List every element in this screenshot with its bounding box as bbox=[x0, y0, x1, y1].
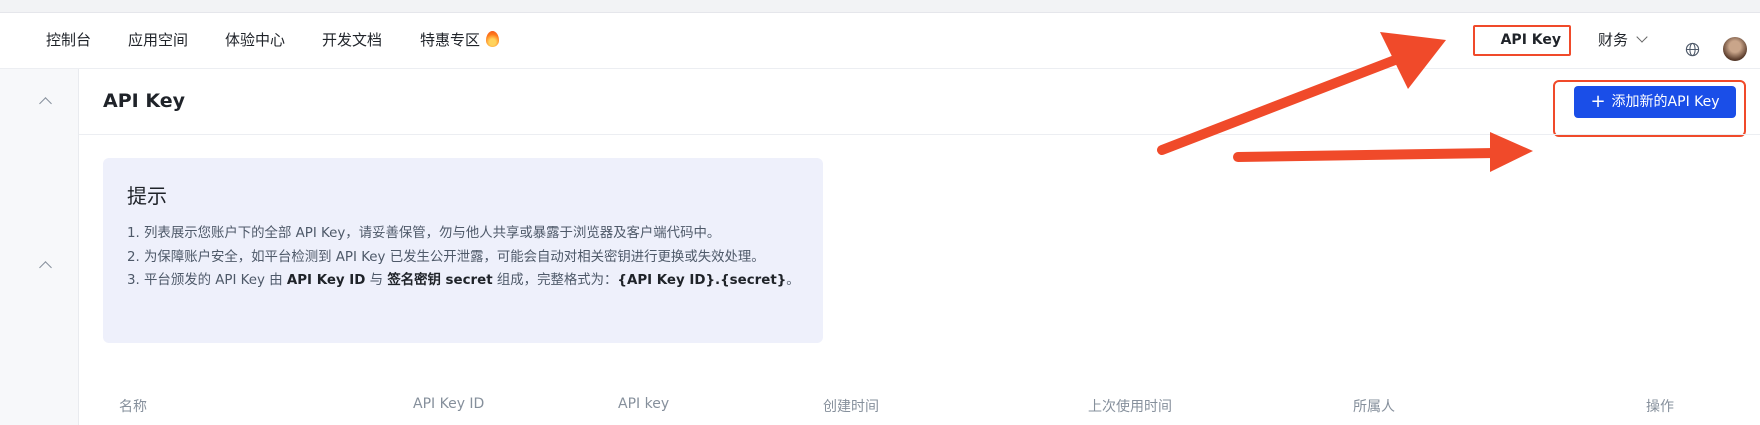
tip-line-3-bold-2: 签名密钥 secret bbox=[387, 273, 493, 288]
tip-line-3-text-2: 与 bbox=[365, 273, 388, 288]
tip-line-2: 2. 为保障账户安全，如平台检测到 API Key 已发生公开泄露，可能会自动对… bbox=[127, 249, 765, 265]
top-strip bbox=[0, 0, 1760, 13]
col-api-key[interactable]: API key bbox=[618, 396, 669, 412]
tip-title: 提示 bbox=[127, 184, 167, 208]
page-title: API Key bbox=[103, 90, 185, 112]
nav-item-finance-label: 财务 bbox=[1598, 31, 1629, 49]
nav-item-finance[interactable]: 财务 bbox=[1598, 29, 1648, 50]
main-panel: API Key + 添加新的API Key 提示 1. 列表展示您账户下的全部 A… bbox=[79, 69, 1760, 425]
collapse-up-icon-2[interactable] bbox=[39, 261, 52, 274]
table-header: 名称 API Key ID API key 创建时间 上次使用时间 所属人 操作 bbox=[79, 387, 1760, 425]
col-created-time[interactable]: 创建时间 bbox=[823, 396, 879, 416]
top-nav: 控制台 应用空间 体验中心 开发文档 特惠专区 API Key 财务 bbox=[0, 13, 1760, 69]
nav-item-api-key[interactable]: API Key bbox=[1473, 25, 1571, 56]
col-api-key-id[interactable]: API Key ID bbox=[413, 396, 484, 412]
col-owner[interactable]: 所属人 bbox=[1353, 396, 1395, 416]
globe-icon[interactable] bbox=[1685, 42, 1700, 57]
tip-line-1: 1. 列表展示您账户下的全部 API Key，请妥善保管，勿与他人共享或暴露于浏… bbox=[127, 226, 721, 241]
nav-item-app-space[interactable]: 应用空间 bbox=[128, 29, 188, 50]
add-api-key-button[interactable]: + 添加新的API Key bbox=[1574, 86, 1736, 118]
add-api-key-label: 添加新的API Key bbox=[1611, 94, 1720, 110]
divider bbox=[79, 134, 1760, 135]
nav-item-special-offers[interactable]: 特惠专区 bbox=[420, 29, 500, 50]
col-actions[interactable]: 操作 bbox=[1646, 396, 1674, 416]
tip-line-3-text: 3. 平台颁发的 API Key 由 bbox=[127, 273, 287, 288]
tip-line-3-bold-3: {API Key ID}.{secret} bbox=[617, 273, 787, 288]
tip-line-3: 3. 平台颁发的 API Key 由 API Key ID 与 签名密钥 sec… bbox=[127, 269, 807, 293]
avatar[interactable] bbox=[1723, 37, 1747, 61]
nav-item-experience-center[interactable]: 体验中心 bbox=[225, 29, 285, 50]
col-last-used-time[interactable]: 上次使用时间 bbox=[1088, 396, 1172, 416]
tip-line-3-text-3: 组成，完整格式为： bbox=[492, 273, 618, 288]
chevron-down-icon bbox=[1636, 31, 1648, 43]
tip-line-3-end: 。 bbox=[786, 273, 800, 288]
collapse-up-icon[interactable] bbox=[39, 97, 52, 110]
nav-item-special-offers-label: 特惠专区 bbox=[420, 31, 481, 49]
tip-body: 1. 列表展示您账户下的全部 API Key，请妥善保管，勿与他人共享或暴露于浏… bbox=[127, 222, 807, 293]
nav-item-dev-docs[interactable]: 开发文档 bbox=[322, 29, 382, 50]
fire-icon bbox=[486, 31, 500, 47]
plus-icon: + bbox=[1590, 91, 1606, 112]
left-rail bbox=[0, 69, 79, 425]
tip-box: 提示 1. 列表展示您账户下的全部 API Key，请妥善保管，勿与他人共享或暴… bbox=[103, 158, 823, 343]
nav-item-api-key-label: API Key bbox=[1500, 32, 1561, 48]
col-name[interactable]: 名称 bbox=[119, 396, 147, 416]
nav-item-console[interactable]: 控制台 bbox=[46, 29, 91, 50]
tip-line-3-bold-1: API Key ID bbox=[286, 273, 366, 288]
